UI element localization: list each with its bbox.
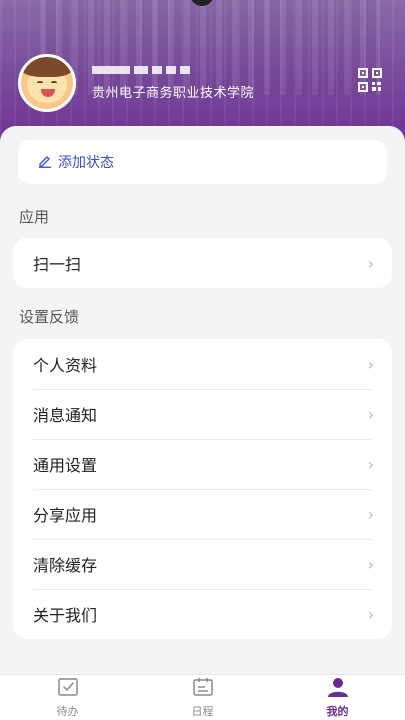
list-item-clear-cache[interactable]: 清除缓存 › bbox=[13, 539, 392, 589]
chevron-right-icon: › bbox=[367, 454, 374, 474]
chevron-right-icon: › bbox=[367, 554, 374, 574]
avatar-eye bbox=[51, 81, 57, 84]
section-title-apps: 应用 bbox=[19, 208, 50, 226]
header-background-image bbox=[40, 0, 380, 95]
list-item-label: 个人资料 bbox=[33, 356, 98, 375]
list-item-label: 消息通知 bbox=[33, 406, 98, 425]
chevron-right-icon: › bbox=[367, 404, 374, 424]
list-item-label: 关于我们 bbox=[33, 606, 98, 625]
todo-check-icon bbox=[57, 677, 79, 701]
list-item-notifications[interactable]: 消息通知 › bbox=[13, 389, 392, 439]
edit-icon bbox=[38, 153, 52, 172]
person-icon bbox=[326, 677, 350, 701]
tab-schedule[interactable]: 日程 bbox=[135, 675, 270, 720]
school-name: 贵州电子商务职业技术学院 bbox=[92, 86, 255, 101]
list-item-profile[interactable]: 个人资料 › bbox=[13, 339, 392, 389]
chevron-right-icon: › bbox=[367, 354, 374, 374]
tab-label: 我的 bbox=[326, 704, 349, 718]
add-status-label: 添加状态 bbox=[58, 155, 114, 171]
list-item-label: 扫一扫 bbox=[33, 255, 82, 274]
avatar[interactable] bbox=[18, 54, 76, 112]
tab-label: 日程 bbox=[191, 704, 214, 718]
bottom-tab-bar: 待办 日程 我的 bbox=[0, 674, 405, 720]
add-status-button[interactable]: 添加状态 bbox=[18, 140, 387, 184]
list-item-label: 分享应用 bbox=[33, 506, 98, 525]
list-item-general-settings[interactable]: 通用设置 › bbox=[13, 439, 392, 489]
list-item-label: 通用设置 bbox=[33, 456, 98, 475]
avatar-eye bbox=[37, 81, 43, 84]
apps-card: 扫一扫 › bbox=[13, 238, 392, 288]
list-item-share-app[interactable]: 分享应用 › bbox=[13, 489, 392, 539]
list-item-about-us[interactable]: 关于我们 › bbox=[13, 589, 392, 639]
settings-card: 个人资料 › 消息通知 › 通用设置 › 分享应用 › 清除缓存 › 关于我们 … bbox=[13, 339, 392, 639]
chevron-right-icon: › bbox=[367, 253, 374, 273]
chevron-right-icon: › bbox=[367, 504, 374, 524]
main-content: 添加状态 应用 扫一扫 › 设置反馈 个人资料 › 消息通知 › 通用设置 › … bbox=[0, 126, 405, 674]
calendar-icon bbox=[192, 677, 214, 701]
tab-label: 待办 bbox=[56, 704, 79, 718]
section-title-settings: 设置反馈 bbox=[19, 308, 80, 326]
chevron-right-icon: › bbox=[367, 604, 374, 624]
qr-code-icon[interactable] bbox=[358, 68, 382, 92]
list-item-scan[interactable]: 扫一扫 › bbox=[13, 238, 392, 288]
avatar-hair bbox=[21, 57, 73, 77]
username-redacted bbox=[92, 66, 204, 76]
tab-mine[interactable]: 我的 bbox=[270, 675, 405, 720]
list-item-label: 清除缓存 bbox=[33, 556, 98, 575]
tab-todo[interactable]: 待办 bbox=[0, 675, 135, 720]
